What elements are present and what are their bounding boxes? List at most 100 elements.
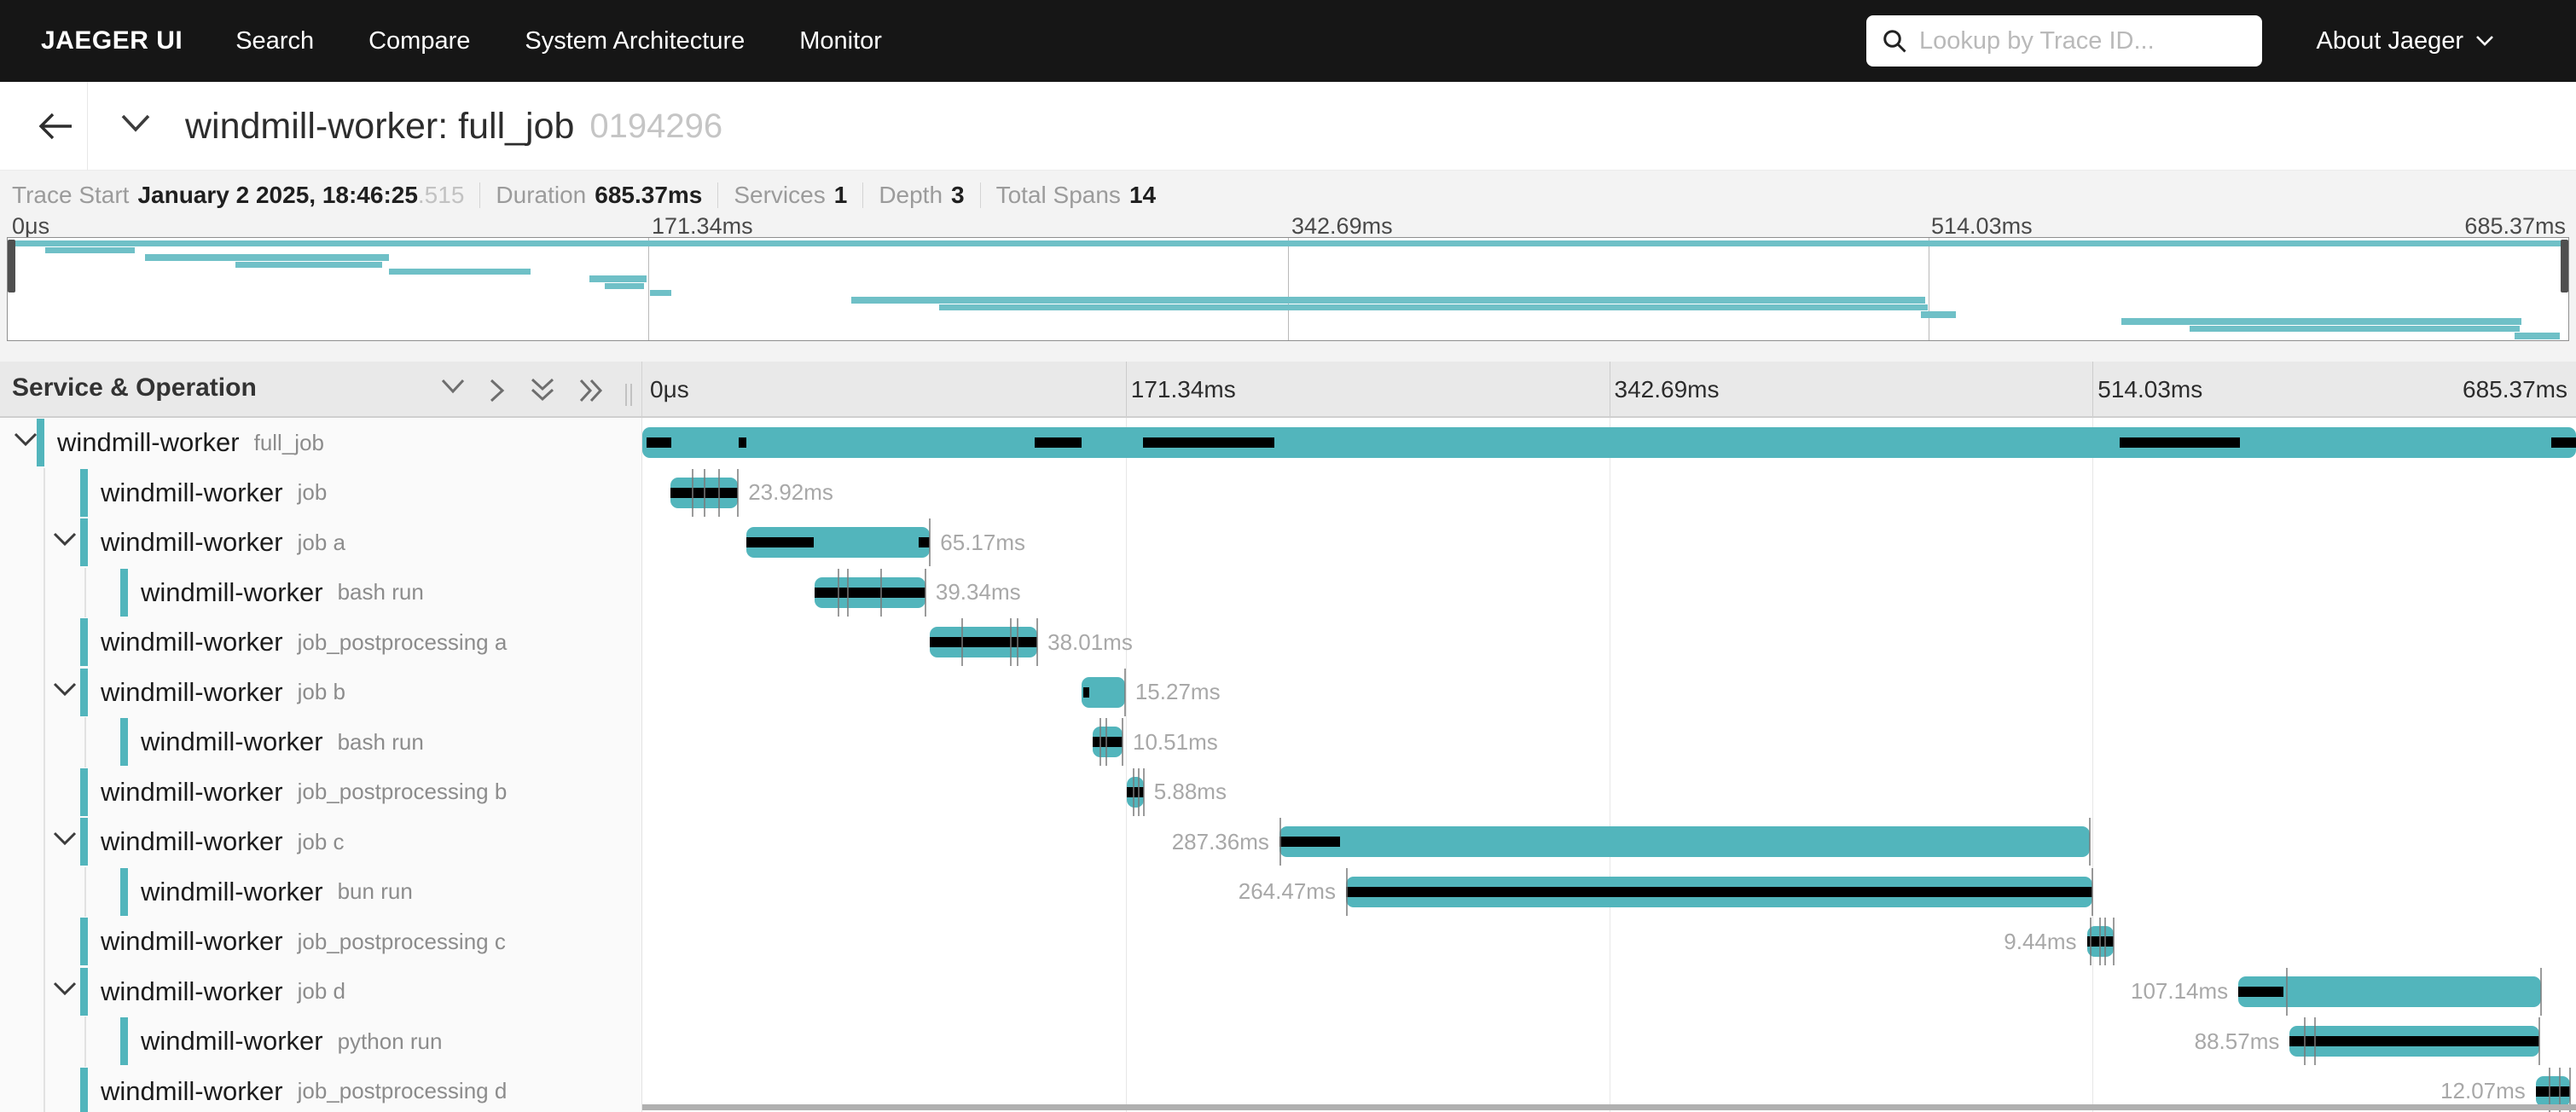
- horizontal-scrollbar[interactable]: [642, 1104, 2576, 1110]
- span-timeline-cell[interactable]: 10.51ms: [642, 717, 2576, 767]
- trace-lookup-input[interactable]: [1919, 27, 2247, 55]
- span-row[interactable]: windmill-workerjob c287.36ms: [0, 817, 2576, 867]
- jaeger-logo[interactable]: JAEGER UI: [41, 26, 183, 55]
- nav-item-search[interactable]: Search: [235, 27, 314, 55]
- span-row[interactable]: windmill-workerjob a 65.17ms: [0, 518, 2576, 568]
- span-bar[interactable]: [1093, 727, 1123, 757]
- nav-item-monitor[interactable]: Monitor: [799, 27, 882, 55]
- minimap-scrubber-right[interactable]: [2561, 240, 2568, 292]
- span-timeline-cell[interactable]: [642, 418, 2576, 468]
- span-timeline-cell[interactable]: 287.36ms: [642, 817, 2576, 867]
- minimap-scrubber-left[interactable]: [8, 240, 15, 292]
- collapse-one-icon[interactable]: [439, 377, 467, 400]
- span-bar[interactable]: [2289, 1026, 2539, 1057]
- span-row[interactable]: windmill-workerfull_job: [0, 418, 2576, 468]
- span-event-tick: [1133, 768, 1134, 816]
- span-name-text: windmill-workerjob d: [101, 967, 345, 1017]
- span-bar[interactable]: [1127, 777, 1143, 808]
- span-row[interactable]: windmill-workerbash run39.34ms: [0, 568, 2576, 618]
- span-row[interactable]: windmill-workerpython run 88.57ms: [0, 1016, 2576, 1067]
- span-name-cell[interactable]: windmill-workerjob: [0, 468, 642, 518]
- span-bar[interactable]: [2238, 976, 2540, 1007]
- trace-id: 0194296: [589, 107, 722, 146]
- span-name-cell[interactable]: windmill-workerjob a: [0, 518, 642, 568]
- collapse-all-icon[interactable]: [529, 377, 556, 408]
- span-row[interactable]: windmill-workerjob_postprocessing b5.88m…: [0, 767, 2576, 818]
- span-timeline-cell[interactable]: 5.88ms: [642, 767, 2576, 818]
- service-color-strip: [80, 469, 88, 517]
- span-name-cell[interactable]: windmill-workerpython run: [0, 1016, 642, 1067]
- span-row[interactable]: windmill-workerjob_postprocessing a38.01…: [0, 617, 2576, 668]
- tree-guideline: [44, 518, 45, 568]
- span-timeline-cell[interactable]: 65.17ms: [642, 518, 2576, 568]
- operation-name: python run: [338, 1028, 443, 1055]
- about-jaeger-menu[interactable]: About Jaeger: [2316, 0, 2494, 82]
- span-timeline-cell[interactable]: 38.01ms: [642, 617, 2576, 668]
- span-row[interactable]: windmill-workerjob b 15.27ms: [0, 668, 2576, 718]
- span-row[interactable]: windmill-workerjob d 107.14ms: [0, 967, 2576, 1017]
- span-bar[interactable]: [670, 478, 738, 508]
- collapse-children-icon[interactable]: [52, 531, 78, 553]
- span-timeline-cell[interactable]: 107.14ms: [642, 967, 2576, 1017]
- span-bar[interactable]: [815, 577, 925, 608]
- span-name-cell[interactable]: windmill-workerjob_postprocessing a: [0, 617, 642, 668]
- span-row[interactable]: windmill-workerjob23.92ms: [0, 468, 2576, 518]
- minimap-span-bar: [2121, 318, 2521, 325]
- column-resizer-handle[interactable]: [625, 384, 632, 406]
- nav-item-system-architecture[interactable]: System Architecture: [525, 27, 745, 55]
- span-row[interactable]: windmill-workerbun run264.47ms: [0, 867, 2576, 918]
- span-bar[interactable]: [1082, 677, 1125, 708]
- span-name-cell[interactable]: windmill-workerjob b: [0, 668, 642, 718]
- span-name-text: windmill-workerbash run: [141, 717, 424, 767]
- span-event-tick: [1143, 768, 1145, 816]
- trace-minimap[interactable]: [7, 237, 2569, 341]
- span-row[interactable]: windmill-workerjob_postprocessing c9.44m…: [0, 917, 2576, 967]
- span-duration-label: 88.57ms: [2195, 1016, 2280, 1067]
- span-bar[interactable]: [642, 427, 2576, 458]
- minimap-axis: 0μs 171.34ms 342.69ms 514.03ms 685.37ms: [0, 213, 2576, 237]
- span-bar[interactable]: [2536, 1076, 2570, 1107]
- collapse-children-icon[interactable]: [52, 681, 78, 703]
- minimap-span-bar: [145, 254, 388, 261]
- trace-lookup-box[interactable]: [1866, 15, 2262, 67]
- span-event-tick: [838, 569, 839, 617]
- span-bar[interactable]: [2087, 926, 2114, 957]
- span-name-text: windmill-workerjob a: [101, 518, 345, 568]
- span-timeline-cell[interactable]: 88.57ms: [642, 1016, 2576, 1067]
- span-name-cell[interactable]: windmill-workerbash run: [0, 568, 642, 618]
- operation-name: job a: [298, 530, 345, 556]
- span-name-cell[interactable]: windmill-workerjob_postprocessing b: [0, 767, 642, 818]
- service-color-strip: [80, 918, 88, 965]
- expand-all-icon[interactable]: [578, 377, 606, 408]
- span-name-cell[interactable]: windmill-workerjob_postprocessing c: [0, 917, 642, 967]
- span-bar[interactable]: [930, 627, 1037, 657]
- span-bar[interactable]: [746, 527, 931, 558]
- collapse-trace-chevron[interactable]: [119, 113, 152, 139]
- span-bar[interactable]: [1346, 877, 2092, 907]
- span-bar[interactable]: [1279, 826, 2091, 857]
- span-name-cell[interactable]: windmill-workerfull_job: [0, 418, 642, 468]
- span-log-marker: [746, 537, 815, 547]
- nav-item-compare[interactable]: Compare: [368, 27, 470, 55]
- span-name-cell[interactable]: windmill-workerjob d: [0, 967, 642, 1017]
- operation-name: bash run: [338, 729, 424, 756]
- collapse-children-icon[interactable]: [13, 431, 38, 453]
- span-timeline-cell[interactable]: 15.27ms: [642, 668, 2576, 718]
- collapse-children-icon[interactable]: [52, 831, 78, 852]
- span-name-cell[interactable]: windmill-workerjob c: [0, 817, 642, 867]
- back-button[interactable]: [24, 82, 87, 171]
- span-timeline-cell[interactable]: 39.34ms: [642, 568, 2576, 618]
- collapse-children-icon[interactable]: [52, 981, 78, 1002]
- span-timeline-cell[interactable]: 9.44ms: [642, 917, 2576, 967]
- span-event-tick: [737, 469, 739, 517]
- trace-stats: Trace Start January 2 2025, 18:46:25 .51…: [12, 181, 1156, 210]
- expand-one-icon[interactable]: [488, 377, 507, 408]
- span-name-cell[interactable]: windmill-workerbash run: [0, 717, 642, 767]
- span-name-cell[interactable]: windmill-workerbun run: [0, 867, 642, 918]
- span-timeline-cell[interactable]: 23.92ms: [642, 468, 2576, 518]
- span-duration-label: 15.27ms: [1135, 668, 1221, 718]
- span-name-cell[interactable]: windmill-workerjob_postprocessing d: [0, 1067, 642, 1112]
- span-row[interactable]: windmill-workerbash run 10.51ms: [0, 717, 2576, 767]
- jaeger-trace-page: JAEGER UI Search Compare System Architec…: [0, 0, 2576, 1112]
- span-timeline-cell[interactable]: 264.47ms: [642, 867, 2576, 918]
